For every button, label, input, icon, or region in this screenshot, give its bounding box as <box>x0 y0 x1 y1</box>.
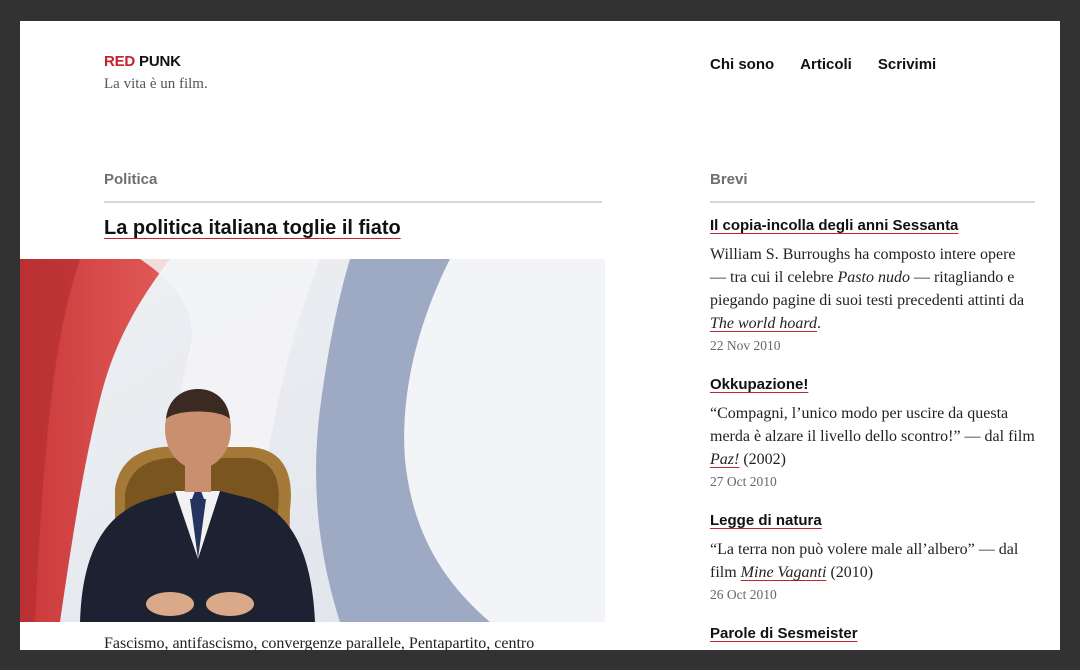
brief-item: Legge di natura “La terra non può volere… <box>710 512 1035 603</box>
sidebar-section-label: Brevi <box>710 171 748 188</box>
site-tagline: La vita è un film. <box>104 76 208 92</box>
brief-inline-link[interactable]: The world hoard <box>710 315 817 332</box>
brief-date: 27 Oct 2010 <box>710 474 777 489</box>
divider <box>710 201 1035 203</box>
nav-scrivimi[interactable]: Scrivimi <box>878 56 936 73</box>
brief-text-part: . <box>816 315 821 332</box>
main-column: Politica La politica italiana toglie il … <box>104 171 602 240</box>
brief-text-part: “Compagni, l’unico modo per uscire da qu… <box>710 405 1035 445</box>
brief-title-link[interactable]: Parole di Sesmeister <box>710 625 858 642</box>
site-branding: RED PUNK La vita è un film. <box>104 53 208 93</box>
photo-icon <box>20 259 605 622</box>
main-nav: Chi sono Articoli Scrivimi <box>710 56 936 73</box>
brief-title-link[interactable]: Il copia-incolla degli anni Sessanta <box>710 217 958 234</box>
divider <box>104 201 602 203</box>
brief-inline-link[interactable]: Mine Vaganti <box>741 564 827 581</box>
article-excerpt: Fascismo, antifascismo, convergenze para… <box>104 635 535 650</box>
brief-text-part: (2010) <box>826 564 874 581</box>
nav-chi-sono[interactable]: Chi sono <box>710 56 774 73</box>
nav-articoli[interactable]: Articoli <box>800 56 852 73</box>
brief-emphasis: Pasto nudo <box>837 269 910 286</box>
brief-item: Parole di Sesmeister <box>710 625 1035 643</box>
brief-item: Il copia-incolla degli anni Sessanta Wil… <box>710 217 1035 354</box>
brief-title-link[interactable]: Legge di natura <box>710 512 822 529</box>
brief-inline-link[interactable]: Paz! <box>710 451 739 468</box>
site-logo[interactable]: RED PUNK <box>104 53 208 70</box>
brief-text: “Compagni, l’unico modo per uscire da qu… <box>710 402 1035 471</box>
brief-text: William S. Burroughs ha composto intere … <box>710 243 1035 335</box>
brief-text: “La terra non può volere male all’albero… <box>710 538 1035 584</box>
brief-title-link[interactable]: Okkupazione! <box>710 376 808 393</box>
page: RED PUNK La vita è un film. Chi sono Art… <box>20 21 1060 650</box>
brief-date: 22 Nov 2010 <box>710 338 781 353</box>
logo-red-word: RED <box>104 53 136 70</box>
sidebar-brevi: Brevi Il copia-incolla degli anni Sessan… <box>710 171 1035 643</box>
article-title-link[interactable]: La politica italiana toglie il fiato <box>104 217 401 240</box>
brief-item: Okkupazione! “Compagni, l’unico modo per… <box>710 376 1035 490</box>
brief-text-part: (2002) <box>739 451 786 468</box>
category-label: Politica <box>104 171 158 188</box>
brief-date: 26 Oct 2010 <box>710 587 777 602</box>
article-hero-image[interactable] <box>20 259 605 622</box>
logo-punk-word: PUNK <box>139 53 181 70</box>
